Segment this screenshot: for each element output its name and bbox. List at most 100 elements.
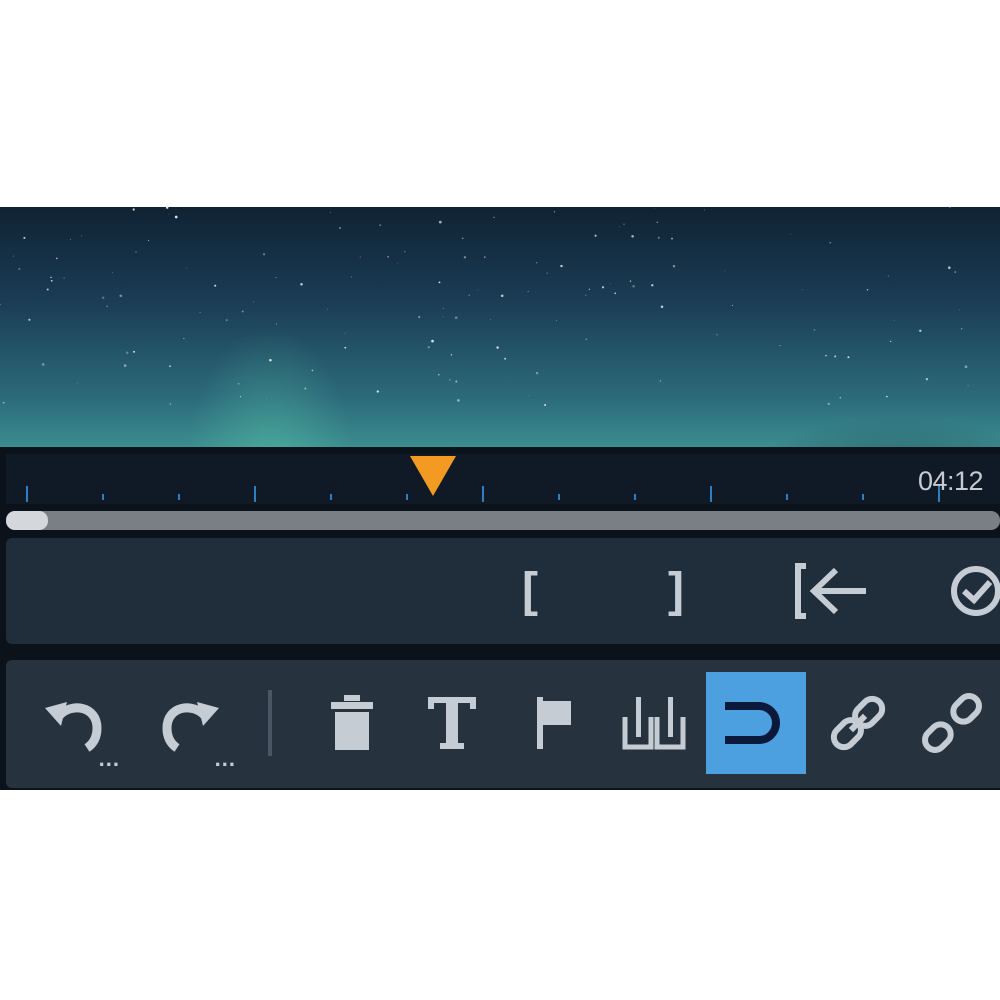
star-dot bbox=[123, 364, 127, 367]
star-dot bbox=[651, 284, 654, 287]
star-dot bbox=[397, 263, 398, 265]
split-icon bbox=[622, 697, 686, 750]
mark-out-button[interactable]: ] bbox=[668, 560, 684, 622]
ruler-tick bbox=[786, 494, 788, 500]
marker-button[interactable] bbox=[504, 672, 604, 774]
star-dot bbox=[442, 316, 444, 318]
star-dot bbox=[802, 289, 803, 290]
star-dot bbox=[28, 318, 31, 321]
star-dot bbox=[237, 382, 240, 385]
star-dot bbox=[496, 346, 499, 349]
clock-icon bbox=[951, 566, 1000, 616]
title-text-button[interactable] bbox=[402, 672, 502, 774]
star-dot bbox=[450, 354, 453, 356]
star-dot bbox=[893, 320, 895, 322]
star-dot bbox=[132, 208, 135, 211]
star-dot bbox=[431, 339, 434, 343]
go-to-in-button[interactable] bbox=[792, 560, 872, 622]
star-dot bbox=[553, 211, 556, 213]
star-dot bbox=[631, 235, 634, 238]
video-preview bbox=[0, 207, 1000, 447]
star-dot bbox=[125, 351, 129, 354]
star-dot bbox=[468, 294, 470, 296]
star-dot bbox=[790, 233, 792, 235]
star-dot bbox=[489, 318, 491, 320]
star-dot bbox=[657, 236, 660, 239]
ruler-tick bbox=[178, 494, 180, 500]
undo-more-dots[interactable]: ... bbox=[99, 746, 120, 772]
snap-magnet-button[interactable] bbox=[706, 672, 806, 774]
star-dot bbox=[457, 399, 460, 402]
star-dot bbox=[55, 257, 58, 260]
star-dot bbox=[46, 288, 49, 291]
star-dot bbox=[827, 402, 830, 406]
star-dot bbox=[866, 289, 869, 291]
star-dot bbox=[133, 350, 135, 353]
star-dot bbox=[225, 319, 228, 322]
star-dot bbox=[199, 311, 201, 314]
star-dot bbox=[585, 294, 587, 296]
link-icon bbox=[830, 695, 886, 751]
star-dot bbox=[671, 237, 673, 240]
star-dot bbox=[438, 373, 440, 376]
star-dot bbox=[165, 207, 169, 209]
star-dot bbox=[438, 281, 441, 284]
star-dot bbox=[174, 215, 178, 219]
unlink-icon bbox=[922, 693, 982, 753]
timeline-scrollbar[interactable] bbox=[6, 511, 1000, 530]
star-dot bbox=[623, 223, 625, 226]
playhead-marker[interactable] bbox=[410, 456, 457, 496]
trash-icon bbox=[331, 695, 373, 750]
star-dot bbox=[294, 406, 295, 408]
ruler-tick bbox=[102, 494, 104, 500]
star-dot bbox=[304, 387, 307, 390]
star-dot bbox=[967, 385, 969, 387]
mark-in-button[interactable]: [ bbox=[522, 560, 538, 622]
star-dot bbox=[112, 272, 114, 274]
unlink-button[interactable] bbox=[910, 672, 1000, 774]
star-dot bbox=[300, 283, 303, 286]
star-dot bbox=[81, 235, 83, 237]
star-dot bbox=[241, 310, 244, 313]
star-dot bbox=[427, 346, 430, 349]
undo-button[interactable]: ... bbox=[24, 672, 124, 774]
star-dot bbox=[418, 316, 421, 319]
ruler-tick bbox=[862, 494, 864, 500]
split-button[interactable] bbox=[604, 672, 704, 774]
timeline-scroll-thumb[interactable] bbox=[6, 511, 48, 530]
delete-button[interactable] bbox=[302, 672, 402, 774]
star-dot bbox=[500, 294, 504, 298]
star-dot bbox=[0, 303, 1, 306]
star-dot bbox=[886, 395, 888, 398]
star-dot bbox=[954, 271, 956, 273]
clock-button[interactable] bbox=[946, 560, 1000, 622]
star-dot bbox=[311, 369, 314, 372]
star-dot bbox=[41, 363, 45, 366]
text-icon bbox=[428, 697, 476, 749]
timeline-ruler[interactable] bbox=[6, 454, 1000, 504]
star-dot bbox=[438, 220, 442, 224]
star-dot bbox=[275, 323, 277, 325]
redo-button[interactable]: ... bbox=[140, 672, 240, 774]
star-dot bbox=[527, 395, 529, 396]
star-dot bbox=[63, 277, 65, 279]
star-dot bbox=[704, 209, 705, 211]
timecode-label: 04:12 bbox=[918, 466, 984, 496]
star-dot bbox=[619, 226, 620, 228]
star-dot bbox=[609, 283, 611, 285]
star-dot bbox=[890, 340, 892, 343]
redo-more-dots[interactable]: ... bbox=[215, 746, 236, 772]
star-dot bbox=[834, 355, 837, 358]
star-dot bbox=[847, 356, 850, 359]
star-dot bbox=[887, 275, 889, 277]
star-dot bbox=[654, 208, 655, 209]
star-dot bbox=[560, 264, 563, 268]
star-dot bbox=[949, 207, 951, 209]
star-dot bbox=[214, 284, 217, 287]
toolbar-separator bbox=[268, 690, 272, 756]
star-dot bbox=[632, 285, 635, 288]
magnet-icon bbox=[725, 702, 780, 744]
star-dot bbox=[404, 250, 406, 253]
link-button[interactable] bbox=[808, 672, 908, 774]
ruler-tick bbox=[254, 486, 256, 502]
